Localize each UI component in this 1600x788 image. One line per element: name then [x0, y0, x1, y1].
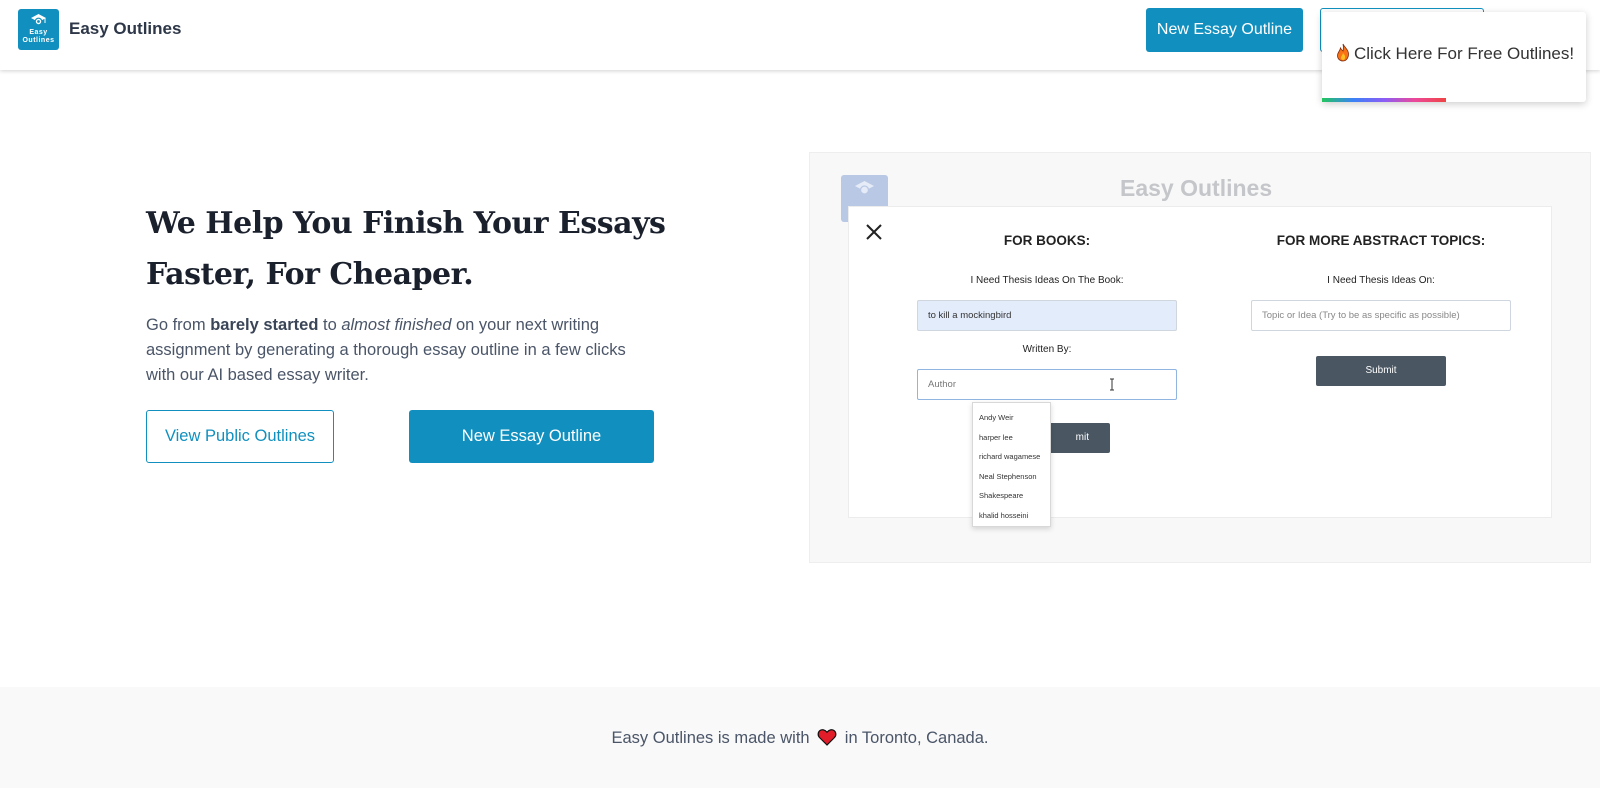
hero-title: We Help You Finish Your Essays Faster, F… [146, 206, 666, 292]
hero-description: Go from barely started to almost finishe… [146, 316, 626, 384]
popup-progress-bar [1322, 98, 1446, 102]
free-outlines-popup[interactable]: Click Here For Free Outlines! [1322, 12, 1586, 102]
heart-icon [817, 729, 837, 746]
suggestion-item: Shakespeare [979, 491, 1024, 501]
suggestion-item: harper lee [979, 432, 1013, 442]
fire-icon [1337, 43, 1349, 62]
logo[interactable]: Easy Outlines [18, 9, 59, 50]
footer-text: Easy Outlines is made with in Toronto, C… [611, 729, 989, 747]
preview-modal: FOR BOOKS: I Need Thesis Ideas On The Bo… [848, 206, 1552, 527]
books-heading: FOR BOOKS: [1003, 233, 1091, 248]
new-essay-outline-button[interactable]: New Essay Outline [409, 410, 654, 463]
suggestion-item: Andy Weir [979, 413, 1014, 422]
author-placeholder: Author [928, 379, 956, 390]
hero-bold-text: barely started [210, 316, 319, 334]
book-title-input: to kill a mockingbird [917, 300, 1177, 331]
author-suggestions-dropdown: Andy Weir harper lee richard wagamese Ne… [972, 402, 1051, 527]
written-by-label: Written By: [1022, 344, 1072, 355]
author-input: Author [917, 369, 1177, 400]
logo-text-outlines: Outlines [22, 37, 55, 44]
view-public-outlines-button[interactable]: View Public Outlines [146, 410, 334, 463]
hero-italic-text: almost finished [341, 316, 452, 334]
suggestion-item: Neal Stephenson [979, 471, 1037, 481]
header-new-essay-outline-button[interactable]: New Essay Outline [1146, 8, 1303, 52]
suggestion-item: khalid hosseini [979, 510, 1029, 520]
close-icon [866, 224, 882, 240]
app-preview-image: Easy Outlines FOR BOOKS: I Need Thesis I… [809, 152, 1591, 563]
footer: Easy Outlines is made with in Toronto, C… [0, 687, 1600, 788]
abstract-label: I Need Thesis Ideas On: [1327, 275, 1435, 286]
preview-brand: Easy Outlines [1120, 175, 1273, 201]
graduation-cap-icon [31, 14, 46, 26]
abstract-submit-button: Submit [1316, 356, 1446, 386]
topic-input: Topic or Idea (Try to be as specific as … [1251, 300, 1511, 331]
books-label: I Need Thesis Ideas On The Book: [970, 275, 1124, 286]
suggestion-item: richard wagamese [979, 452, 1041, 462]
brand-name[interactable]: Easy Outlines [69, 19, 181, 39]
text-cursor-icon [1110, 378, 1114, 391]
popup-message[interactable]: Click Here For Free Outlines! [1336, 43, 1574, 64]
popup-text: Click Here For Free Outlines! [1354, 44, 1575, 63]
logo-text-easy: Easy [29, 29, 48, 36]
abstract-heading: FOR MORE ABSTRACT TOPICS: [1276, 233, 1486, 248]
